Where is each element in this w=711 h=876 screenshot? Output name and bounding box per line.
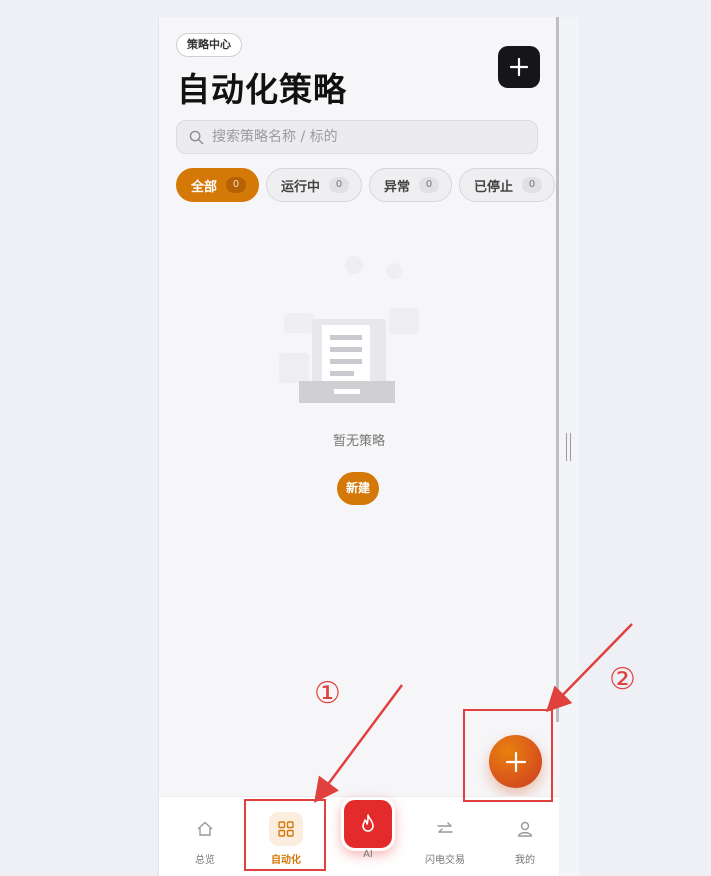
status-tabs: 全部 0 运行中 0 异常 0 已停止 0 [176,168,559,202]
home-icon [188,812,222,846]
resize-handle[interactable] [566,433,571,461]
tab-stopped[interactable]: 已停止 0 [459,168,556,202]
annotation-box-1 [244,799,326,871]
tab-label: 已停止 [474,179,514,195]
nav-label: 闪电交易 [425,855,465,866]
tab-abnormal[interactable]: 异常 0 [369,168,453,202]
nav-ai-button[interactable] [341,797,395,851]
annotation-marker-2: ② [609,662,636,697]
tab-count: 0 [522,177,543,193]
user-icon [508,812,542,846]
bottom-nav: 总览 自动化 AI 闪电交易 我的 [159,796,559,876]
tab-count: 0 [419,177,440,193]
tab-count: 0 [329,177,350,193]
nav-label: 我的 [515,855,535,866]
nav-label: 总览 [195,855,215,866]
tab-label: 异常 [384,179,411,195]
annotation-marker-1: ① [314,676,341,711]
new-strategy-button[interactable]: 新建 [337,472,379,505]
transfer-arrows-icon [428,812,462,846]
nav-flash-trade[interactable]: 闪电交易 [405,797,485,876]
nav-label: AI [363,849,373,860]
search-icon [189,130,204,144]
tab-label: 全部 [191,179,218,195]
screenshot-stage: 策略中心 自动化策略 全部 0 运行中 0 异常 [0,0,711,876]
tab-count: 0 [226,177,247,193]
search-bar[interactable] [176,120,538,154]
nav-overview[interactable]: 总览 [165,797,245,876]
tab-label: 运行中 [281,179,321,195]
top-add-button[interactable] [498,46,540,88]
tab-running[interactable]: 运行中 0 [266,168,363,202]
section-badge: 策略中心 [176,33,242,57]
search-input[interactable] [210,128,514,146]
plus-icon [509,57,529,77]
empty-inbox-illustration [264,256,444,403]
annotation-box-2 [463,709,553,802]
tab-all[interactable]: 全部 0 [176,168,260,202]
flame-icon [362,814,374,832]
page-title: 自动化策略 [177,70,347,109]
nav-profile[interactable]: 我的 [485,797,559,876]
empty-state-text: 暂无策略 [332,434,385,449]
